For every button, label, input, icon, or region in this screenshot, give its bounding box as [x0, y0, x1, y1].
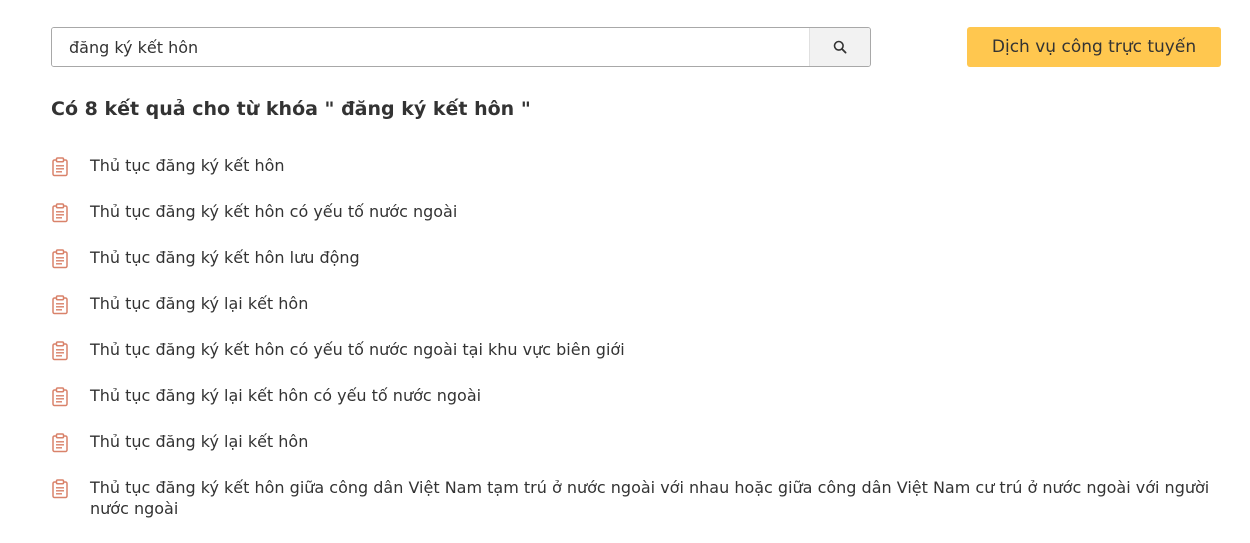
document-icon [52, 157, 68, 177]
result-item: Thủ tục đăng ký lại kết hôn [51, 293, 1231, 315]
search-bar [51, 27, 871, 67]
online-service-button[interactable]: Dịch vụ công trực tuyến [967, 27, 1221, 67]
search-icon [833, 40, 847, 54]
result-item: Thủ tục đăng ký lại kết hôn có yếu tố nư… [51, 385, 1231, 407]
document-icon [52, 341, 68, 361]
result-link[interactable]: Thủ tục đăng ký kết hôn lưu động [90, 247, 360, 268]
result-item: Thủ tục đăng ký lại kết hôn [51, 431, 1231, 453]
result-item: Thủ tục đăng ký kết hôn có yếu tố nước n… [51, 201, 1231, 223]
result-item: Thủ tục đăng ký kết hôn [51, 155, 1231, 177]
result-item: Thủ tục đăng ký kết hôn lưu động [51, 247, 1231, 269]
document-icon [52, 479, 68, 499]
document-icon [52, 295, 68, 315]
result-item: Thủ tục đăng ký kết hôn giữa công dân Vi… [51, 477, 1231, 519]
document-icon [52, 203, 68, 223]
result-link[interactable]: Thủ tục đăng ký kết hôn [90, 155, 285, 176]
result-link[interactable]: Thủ tục đăng ký kết hôn có yếu tố nước n… [90, 339, 625, 360]
result-summary: Có 8 kết quả cho từ khóa " đăng ký kết h… [51, 98, 531, 120]
document-icon [52, 433, 68, 453]
result-link[interactable]: Thủ tục đăng ký kết hôn giữa công dân Vi… [90, 477, 1230, 519]
result-link[interactable]: Thủ tục đăng ký kết hôn có yếu tố nước n… [90, 201, 457, 222]
result-link[interactable]: Thủ tục đăng ký lại kết hôn [90, 431, 308, 452]
result-item: Thủ tục đăng ký kết hôn có yếu tố nước n… [51, 339, 1231, 361]
result-link[interactable]: Thủ tục đăng ký lại kết hôn [90, 293, 308, 314]
search-input[interactable] [52, 28, 809, 66]
search-button[interactable] [809, 28, 870, 66]
result-list: Thủ tục đăng ký kết hôn Thủ tục đăng ký … [51, 155, 1231, 543]
result-link[interactable]: Thủ tục đăng ký lại kết hôn có yếu tố nư… [90, 385, 481, 406]
document-icon [52, 249, 68, 269]
document-icon [52, 387, 68, 407]
